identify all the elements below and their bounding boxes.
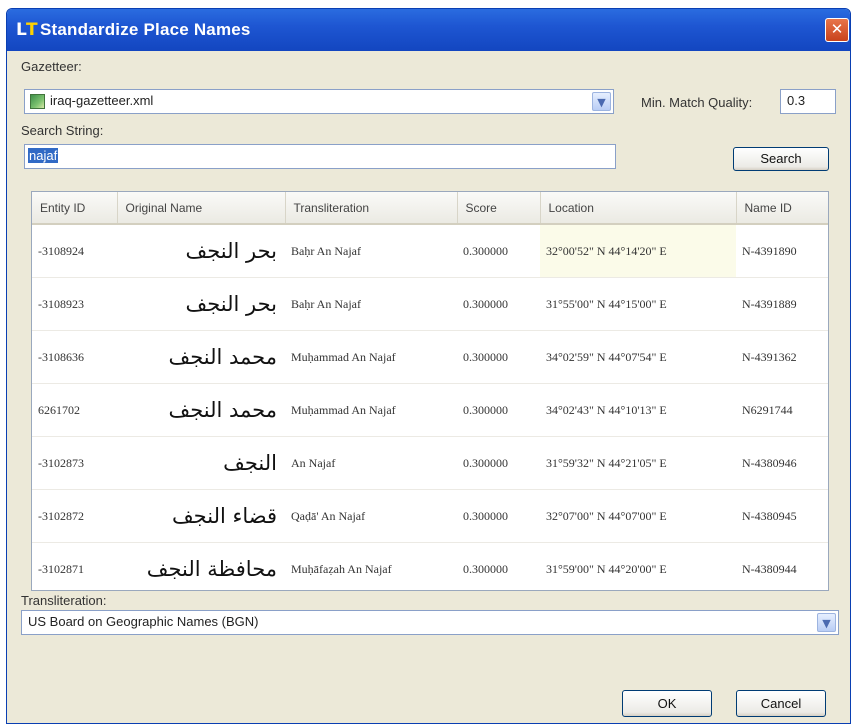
- cell-transliteration: An Najaf: [285, 436, 457, 490]
- column-header-original-name[interactable]: Original Name: [117, 192, 286, 225]
- search-input[interactable]: najaf: [24, 144, 616, 169]
- cell-original-name: قضاء النجف: [117, 489, 285, 543]
- search-value: najaf: [28, 148, 59, 163]
- cell-name-id: N-4391890: [736, 224, 828, 278]
- cell-score: 0.300000: [457, 330, 540, 384]
- min-match-label: Min. Match Quality:: [641, 95, 753, 110]
- column-header-score[interactable]: Score: [457, 192, 541, 225]
- cell-original-name: محمد النجف: [117, 383, 285, 437]
- table-row[interactable]: -3102872 قضاء النجف Qaḍā' An Najaf 0.300…: [32, 489, 828, 543]
- cell-score: 0.300000: [457, 383, 540, 437]
- cell-location: 31°59'32" N 44°21'05" E: [540, 436, 736, 490]
- cell-transliteration: Baḥr An Najaf: [285, 224, 457, 278]
- cell-original-name: محافظة النجف: [117, 542, 285, 590]
- cell-transliteration: Muḥammad An Najaf: [285, 330, 457, 384]
- cell-name-id: N-4391889: [736, 277, 828, 331]
- transliteration-select[interactable]: US Board on Geographic Names (BGN) ▼: [21, 610, 839, 635]
- cell-location: 32°07'00" N 44°07'00" E: [540, 489, 736, 543]
- cell-name-id: N-4391362: [736, 330, 828, 384]
- window-title: Standardize Place Names: [40, 20, 251, 39]
- chevron-down-icon[interactable]: ▼: [817, 613, 836, 632]
- cell-original-name: بحر النجف: [117, 277, 285, 331]
- min-match-value: 0.3: [787, 93, 806, 108]
- cell-original-name: محمد النجف: [117, 330, 285, 384]
- search-button[interactable]: Search: [733, 147, 829, 171]
- dialog-window: LT Standardize Place Names ✕ Gazetteer: …: [6, 8, 851, 724]
- cell-entity-id: -3102871: [32, 542, 117, 590]
- app-logo-icon: LT: [16, 20, 38, 40]
- table-row[interactable]: 6261702 محمد النجف Muḥammad An Najaf 0.3…: [32, 383, 828, 437]
- table-row[interactable]: -3108923 بحر النجف Baḥr An Najaf 0.30000…: [32, 277, 828, 331]
- gazetteer-value: iraq-gazetteer.xml: [50, 93, 154, 108]
- gazetteer-label: Gazetteer:: [21, 59, 82, 74]
- close-button[interactable]: ✕: [825, 18, 849, 42]
- column-header-name-id[interactable]: Name ID: [736, 192, 828, 225]
- table-row[interactable]: -3102871 محافظة النجف Muḥāfaẓah An Najaf…: [32, 542, 828, 590]
- search-string-label: Search String:: [21, 123, 104, 138]
- cell-original-name: بحر النجف: [117, 224, 285, 278]
- cell-entity-id: -3108924: [32, 224, 117, 278]
- cell-location: 34°02'43" N 44°10'13" E: [540, 383, 736, 437]
- title-bar[interactable]: LT Standardize Place Names ✕: [7, 9, 850, 51]
- map-file-icon: [30, 94, 45, 109]
- cell-entity-id: -3108636: [32, 330, 117, 384]
- cell-entity-id: 6261702: [32, 383, 117, 437]
- cell-location: 32°00'52" N 44°14'20" E: [540, 224, 736, 278]
- column-header-transliteration[interactable]: Transliteration: [285, 192, 458, 225]
- ok-button[interactable]: OK: [622, 690, 712, 717]
- gazetteer-select[interactable]: iraq-gazetteer.xml ▼: [24, 89, 614, 114]
- cell-score: 0.300000: [457, 436, 540, 490]
- results-table: Entity ID Original Name Transliteration …: [31, 191, 829, 591]
- cell-name-id: N-4380944: [736, 542, 828, 590]
- cell-name-id: N-4380946: [736, 436, 828, 490]
- cancel-button[interactable]: Cancel: [736, 690, 826, 717]
- cell-location: 31°55'00" N 44°15'00" E: [540, 277, 736, 331]
- cell-score: 0.300000: [457, 542, 540, 590]
- cell-entity-id: -3102872: [32, 489, 117, 543]
- cell-original-name: النجف: [117, 436, 285, 490]
- column-header-location[interactable]: Location: [540, 192, 737, 225]
- table-row[interactable]: -3108924 بحر النجف Baḥr An Najaf 0.30000…: [32, 224, 828, 278]
- cell-transliteration: Muḥāfaẓah An Najaf: [285, 542, 457, 590]
- cell-score: 0.300000: [457, 277, 540, 331]
- cell-transliteration: Qaḍā' An Najaf: [285, 489, 457, 543]
- table-row[interactable]: -3102873 النجف An Najaf 0.300000 31°59'3…: [32, 436, 828, 490]
- cell-name-id: N-4380945: [736, 489, 828, 543]
- transliteration-value: US Board on Geographic Names (BGN): [28, 614, 259, 629]
- cell-location: 34°02'59" N 44°07'54" E: [540, 330, 736, 384]
- chevron-down-icon[interactable]: ▼: [592, 92, 611, 111]
- cell-name-id: N6291744: [736, 383, 828, 437]
- cell-transliteration: Muḥammad An Najaf: [285, 383, 457, 437]
- transliteration-label: Transliteration:: [21, 593, 107, 608]
- cell-score: 0.300000: [457, 489, 540, 543]
- cell-transliteration: Baḥr An Najaf: [285, 277, 457, 331]
- min-match-input[interactable]: 0.3: [780, 89, 836, 114]
- cell-location: 31°59'00" N 44°20'00" E: [540, 542, 736, 590]
- cell-entity-id: -3108923: [32, 277, 117, 331]
- table-row[interactable]: -3108636 محمد النجف Muḥammad An Najaf 0.…: [32, 330, 828, 384]
- cell-entity-id: -3102873: [32, 436, 117, 490]
- cell-score: 0.300000: [457, 224, 540, 278]
- column-header-entity-id[interactable]: Entity ID: [32, 192, 118, 225]
- table-header: Entity ID Original Name Transliteration …: [32, 192, 828, 225]
